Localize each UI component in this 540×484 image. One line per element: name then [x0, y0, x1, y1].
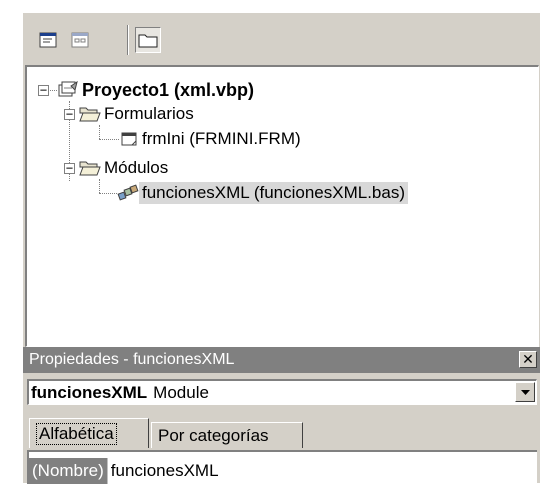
- object-selector[interactable]: funcionesXML Module: [27, 379, 537, 405]
- tab-alphabetic-label: Alfabética: [36, 422, 117, 445]
- property-name: (Nombre): [29, 458, 108, 484]
- tree-item-project[interactable]: Proyecto1 (xml.vbp): [57, 78, 257, 102]
- property-grid: (Nombre) funcionesXML: [27, 450, 537, 484]
- forms-folder-label: Formularios: [104, 104, 194, 123]
- chevron-down-icon: [520, 389, 530, 395]
- project-collapse-toggle[interactable]: −: [38, 84, 49, 96]
- view-code-icon: [39, 32, 57, 48]
- toggle-folders-button[interactable]: [135, 27, 161, 53]
- tree-connector: [99, 125, 100, 139]
- forms-folder-collapse-toggle[interactable]: −: [64, 108, 75, 120]
- object-type: Module: [153, 382, 209, 402]
- view-code-button[interactable]: [35, 27, 61, 53]
- tree-item-module-funcionesxml[interactable]: funcionesXML (funcionesXML.bas): [117, 181, 409, 205]
- tree-item-modules-folder[interactable]: Módulos: [79, 156, 171, 180]
- form-icon: [121, 132, 137, 146]
- module-icon: [117, 184, 139, 201]
- tree-item-form-frmini[interactable]: frmIni (FRMINI.FRM): [119, 127, 304, 151]
- view-object-icon: [71, 32, 89, 48]
- property-row[interactable]: (Nombre) funcionesXML: [29, 458, 219, 484]
- view-object-button[interactable]: [67, 27, 93, 53]
- project-explorer-window: − Proyecto1 (xml.vbp) − Formularios frmI…: [22, 12, 540, 484]
- tree-connector: [99, 193, 117, 194]
- toolbar-separator: [127, 25, 129, 55]
- module-funcionesxml-label: funcionesXML (funcionesXML.bas): [139, 182, 409, 204]
- tree-connector: [99, 139, 119, 140]
- close-icon: ✕: [522, 351, 534, 367]
- project-label: Proyecto1 (xml.vbp): [82, 79, 255, 100]
- project-toolbar: [23, 13, 540, 65]
- tab-alphabetic[interactable]: Alfabética: [29, 418, 149, 448]
- modules-folder-label: Módulos: [104, 158, 169, 177]
- object-dropdown-button[interactable]: [515, 382, 535, 402]
- folder-icon: [138, 34, 158, 48]
- folder-open-icon: [79, 161, 101, 176]
- properties-close-button[interactable]: ✕: [519, 351, 537, 368]
- properties-title: Propiedades - funcionesXML: [29, 351, 235, 368]
- tree-item-forms-folder[interactable]: Formularios: [79, 102, 197, 126]
- tree-connector: [99, 179, 100, 193]
- modules-folder-collapse-toggle[interactable]: −: [64, 162, 75, 174]
- form-frmini-label: frmIni (FRMINI.FRM): [142, 129, 301, 148]
- object-name: funcionesXML: [31, 382, 148, 402]
- property-value[interactable]: funcionesXML: [108, 461, 219, 481]
- folder-open-icon: [79, 107, 101, 122]
- vb-project-icon: [58, 80, 78, 97]
- tab-by-category-label: Por categorías: [158, 425, 269, 445]
- tab-by-category[interactable]: Por categorías: [151, 422, 303, 448]
- project-tree[interactable]: − Proyecto1 (xml.vbp) − Formularios frmI…: [25, 65, 539, 347]
- properties-title-bar[interactable]: Propiedades - funcionesXML ✕: [23, 347, 540, 373]
